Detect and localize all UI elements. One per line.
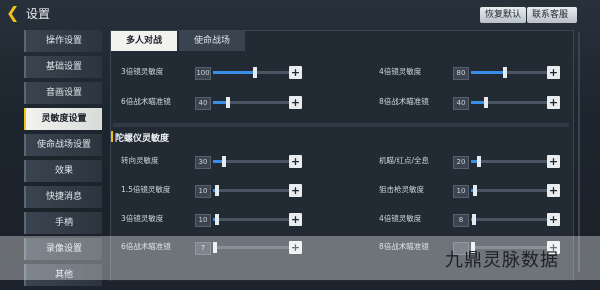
slider-row: 狙击枪灵敏度 10 + xyxy=(379,183,560,199)
slider-value-box[interactable]: 20 xyxy=(453,156,469,169)
sidebar-item-controller[interactable]: 手柄 xyxy=(24,212,102,234)
slider-value-box[interactable]: 30 xyxy=(195,156,211,169)
slider-track[interactable] xyxy=(471,185,547,196)
slider-thumb[interactable] xyxy=(484,97,489,108)
slider-row: 8倍战术瞄准镜 40 + xyxy=(379,95,560,111)
increase-button[interactable]: + xyxy=(547,213,560,226)
slider-value-box[interactable]: 80 xyxy=(453,67,469,80)
slider-fill xyxy=(471,71,506,74)
slider-thumb[interactable] xyxy=(476,156,481,167)
slider-label: 3倍镜灵敏度 xyxy=(121,67,164,76)
increase-button[interactable]: + xyxy=(547,96,560,109)
slider-track[interactable] xyxy=(471,214,547,225)
slider-track[interactable] xyxy=(213,185,289,196)
slider-thumb[interactable] xyxy=(222,156,227,167)
slider-label: 机瞄/红点/全息 xyxy=(379,156,430,165)
slider-row: 机瞄/红点/全息 20 + xyxy=(379,154,560,170)
slider-label: 4倍镜灵敏度 xyxy=(379,214,422,223)
gyro-section-title: 陀螺仪灵敏度 xyxy=(115,134,170,144)
slider-track[interactable] xyxy=(471,67,547,78)
slider-value-box[interactable]: 40 xyxy=(195,97,211,110)
slider-row: 4倍镜灵敏度 80 + xyxy=(379,65,560,81)
watermark-text: 九鼎灵脉数据 xyxy=(445,250,559,271)
slider-thumb[interactable] xyxy=(252,67,257,78)
slider-label: 狙击枪灵敏度 xyxy=(379,185,424,194)
slider-thumb[interactable] xyxy=(226,97,231,108)
slider-row: 转向灵敏度 30 + xyxy=(121,154,302,170)
increase-button[interactable]: + xyxy=(547,184,560,197)
slider-label: 1.5倍镜灵敏度 xyxy=(121,185,171,194)
increase-button[interactable]: + xyxy=(289,96,302,109)
slider-thumb[interactable] xyxy=(503,67,508,78)
slider-value-box[interactable]: 10 xyxy=(195,185,211,198)
slider-value-box[interactable]: 10 xyxy=(453,185,469,198)
slider-value-box[interactable]: 100 xyxy=(195,67,211,80)
sidebar-item-effects[interactable]: 效果 xyxy=(24,160,102,182)
slider-track[interactable] xyxy=(213,156,289,167)
increase-button[interactable]: + xyxy=(289,213,302,226)
slider-label: 3倍镜灵敏度 xyxy=(121,214,164,223)
section-divider xyxy=(113,123,569,127)
slider-track[interactable] xyxy=(213,67,289,78)
slider-row: 4倍镜灵敏度 8 + xyxy=(379,212,560,228)
slider-thumb[interactable] xyxy=(214,185,219,196)
slider-track[interactable] xyxy=(213,214,289,225)
sidebar-item-sensitivity[interactable]: 灵敏度设置 xyxy=(24,108,102,130)
slider-value-box[interactable]: 40 xyxy=(453,97,469,110)
back-arrow-icon[interactable]: ❮ xyxy=(6,4,24,22)
reset-default-button[interactable]: 恢复默认 xyxy=(480,7,526,23)
section-accent-bar xyxy=(111,131,113,142)
slider-label: 转向灵敏度 xyxy=(121,156,159,165)
page-title: 设置 xyxy=(26,7,51,21)
increase-button[interactable]: + xyxy=(289,66,302,79)
sidebar-item-controls[interactable]: 操作设置 xyxy=(24,30,102,52)
slider-thumb[interactable] xyxy=(472,185,477,196)
sidebar-item-basic[interactable]: 基础设置 xyxy=(24,56,102,78)
contact-support-button[interactable]: 联系客服 xyxy=(527,7,577,23)
slider-label: 6倍战术瞄准镜 xyxy=(121,97,171,106)
slider-fill xyxy=(213,71,255,74)
slider-row: 1.5倍镜灵敏度 10 + xyxy=(121,183,302,199)
slider-value-box[interactable]: 8 xyxy=(453,214,469,227)
slider-label: 8倍战术瞄准镜 xyxy=(379,97,429,106)
slider-thumb[interactable] xyxy=(214,214,219,225)
slider-track[interactable] xyxy=(471,97,547,108)
slider-track[interactable] xyxy=(213,97,289,108)
slider-label: 4倍镜灵敏度 xyxy=(379,67,422,76)
slider-track[interactable] xyxy=(471,156,547,167)
slider-row: 3倍镜灵敏度 100 + xyxy=(121,65,302,81)
increase-button[interactable]: + xyxy=(289,155,302,168)
sidebar-item-battle-royale[interactable]: 使命战场设置 xyxy=(24,134,102,156)
increase-button[interactable]: + xyxy=(289,184,302,197)
increase-button[interactable]: + xyxy=(547,66,560,79)
sidebar-item-quick-messages[interactable]: 快捷消息 xyxy=(24,186,102,208)
slider-row: 6倍战术瞄准镜 40 + xyxy=(121,95,302,111)
increase-button[interactable]: + xyxy=(547,155,560,168)
tab-multiplayer[interactable]: 多人对战 xyxy=(111,31,177,51)
slider-row: 3倍镜灵敏度 10 + xyxy=(121,212,302,228)
slider-value-box[interactable]: 10 xyxy=(195,214,211,227)
slider-thumb[interactable] xyxy=(472,214,477,225)
tab-battle-royale[interactable]: 使命战场 xyxy=(179,31,245,51)
sidebar-item-audio-video[interactable]: 音画设置 xyxy=(24,82,102,104)
